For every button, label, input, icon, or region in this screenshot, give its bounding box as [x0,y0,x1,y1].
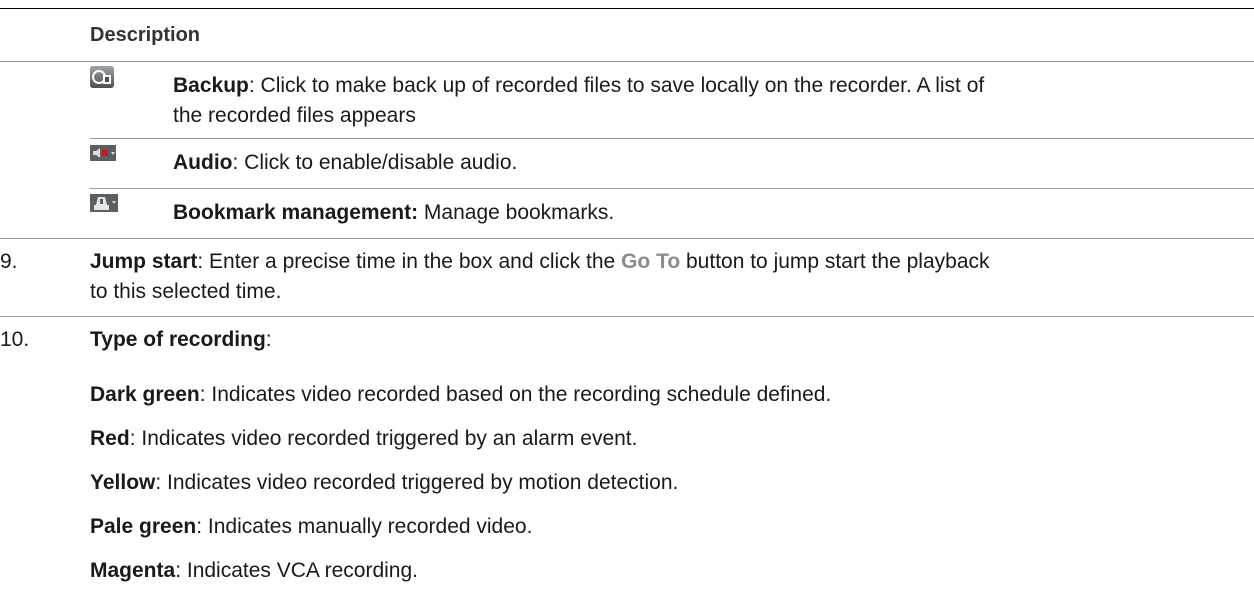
audio-row-rule [90,188,1254,189]
backup-text: : Click to make back up of recorded file… [248,74,985,97]
backup-description-line2: the recorded files appears [173,104,416,127]
table-bottom-rule [0,238,1254,239]
yellow-text: : Indicates video recorded triggered by … [155,471,679,494]
red-text: : Indicates video recorded triggered by … [129,427,638,450]
backup-icon [90,66,114,88]
red-term: Red [90,427,130,450]
item-9-rule [0,316,1254,317]
recording-type-pale-green: Pale green: Indicates manually recorded … [90,512,532,542]
item-10-heading: Type of recording: [90,325,272,355]
bookmark-icon [90,194,118,216]
audio-icon [90,143,116,165]
backup-row-rule [90,138,1254,139]
item-9-term: Jump start [90,250,198,273]
audio-text: : Click to enable/disable audio. [232,151,518,174]
yellow-term: Yellow [90,471,156,494]
dark-green-text: : Indicates video recorded based on the … [199,383,832,406]
pale-green-term: Pale green [90,515,197,538]
item-9-text-before: : Enter a precise time in the box and cl… [197,250,622,273]
bookmark-term: Bookmark management: [173,201,419,224]
pale-green-text: : Indicates manually recorded video. [196,515,533,538]
recording-type-dark-green: Dark green: Indicates video recorded bas… [90,380,831,410]
item-10-number: 10. [0,328,30,351]
audio-term: Audio [173,151,233,174]
go-to-button-label: Go To [621,250,681,273]
table-top-rule [0,8,1254,9]
bookmark-description: Bookmark management: Manage bookmarks. [173,198,614,228]
recording-type-magenta: Magenta: Indicates VCA recording. [90,556,418,586]
magenta-term: Magenta [90,559,176,582]
table-header-rule [0,61,1254,62]
audio-description: Audio: Click to enable/disable audio. [173,148,517,178]
item-10-term-suffix: : [265,328,272,351]
table-header-description: Description [90,24,201,46]
item-9-text-after: button to jump start the playback [680,250,990,273]
magenta-text: : Indicates VCA recording. [175,559,418,582]
backup-description: Backup: Click to make back up of recorde… [173,71,984,101]
backup-term: Backup [173,74,249,97]
item-9-number: 9. [0,250,18,273]
recording-type-yellow: Yellow: Indicates video recorded trigger… [90,468,678,498]
item-10-term: Type of recording [90,328,266,351]
item-9-description: Jump start: Enter a precise time in the … [90,247,990,277]
bookmark-text: Manage bookmarks. [418,201,615,224]
recording-type-red: Red: Indicates video recorded triggered … [90,424,637,454]
dark-green-term: Dark green [90,383,200,406]
item-9-description-line2: to this selected time. [90,280,282,303]
